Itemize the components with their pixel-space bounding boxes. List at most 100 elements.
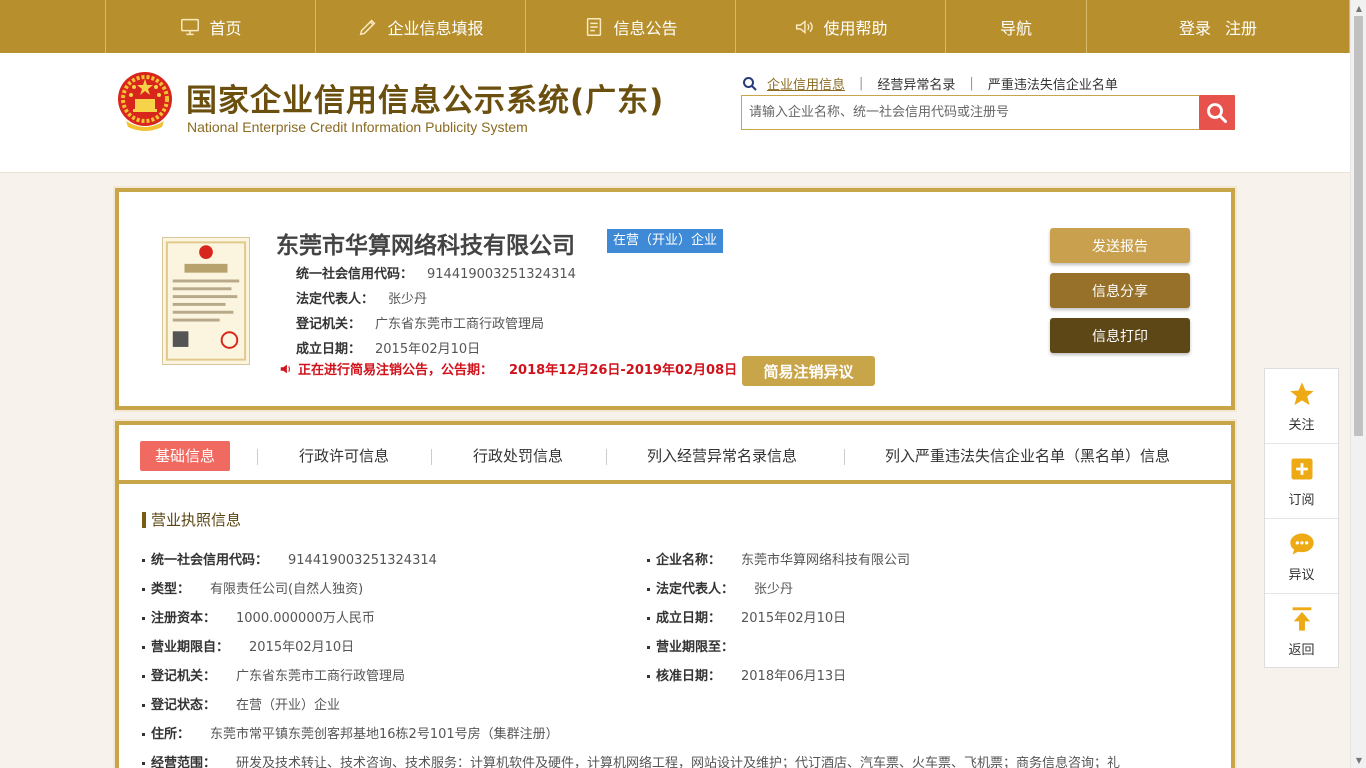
site-title-english: National Enterprise Credit Information P… — [187, 119, 528, 135]
field-company-name: 企业名称： 东莞市华算网络科技有限公司 — [647, 549, 910, 568]
field-label: 企业名称： — [656, 553, 722, 568]
deregistration-objection-button[interactable]: 简易注销异议 — [742, 356, 875, 386]
nav-help-label: 使用帮助 — [823, 18, 888, 38]
field-approval-date: 核准日期： 2018年06月13日 — [647, 665, 846, 684]
search-tab-abnormal-list[interactable]: 经营异常名录 — [877, 74, 955, 93]
field-label: 成立日期： — [656, 611, 722, 626]
field-authority: 登记机关： 广东省东莞市工商行政管理局 — [142, 665, 405, 684]
arrow-up-icon — [1292, 607, 1311, 631]
bullet — [142, 646, 145, 649]
site-header: 国家企业信用信息公示系统(广东) National Enterprise Cre… — [0, 53, 1350, 173]
tab-divider — [431, 449, 432, 465]
established-label: 成立日期： — [296, 342, 362, 357]
nav-enterprise-report-label: 企业信息填报 — [387, 18, 484, 38]
tab-abnormal-list[interactable]: 列入经营异常名录信息 — [647, 441, 797, 471]
tab-basic-info[interactable]: 基础信息 — [140, 441, 231, 471]
nav-home-label: 首页 — [209, 18, 242, 38]
tab-blacklist[interactable]: 列入严重违法失信企业名单（黑名单）信息 — [885, 441, 1170, 471]
field-label: 登记状态： — [151, 698, 217, 713]
business-license-image[interactable] — [162, 237, 250, 365]
company-detail-card: 基础信息 行政许可信息 行政处罚信息 列入经营异常名录信息 列入严重违法失信企业… — [115, 421, 1235, 768]
field-capital: 注册资本： 1000.000000万人民币 — [142, 607, 375, 626]
search-tab-blacklist[interactable]: 严重违法失信企业名单 — [988, 74, 1118, 93]
send-report-button[interactable]: 发送报告 — [1050, 228, 1190, 263]
field-value: 2015年02月10日 — [741, 611, 847, 626]
plus-square-icon — [1291, 458, 1312, 479]
tab-divider — [844, 449, 845, 465]
established-value: 2015年02月10日 — [375, 342, 481, 357]
field-type: 类型： 有限责任公司(自然人独资) — [142, 578, 363, 597]
search-tab-credit-info[interactable]: 企业信用信息 — [767, 74, 845, 93]
field-value: 研发及技术转让、技术咨询、技术服务：计算机软件及硬件，计算机网络工程，网站设计及… — [236, 756, 1121, 768]
login-link[interactable]: 登录 — [1179, 15, 1211, 39]
tab-divider — [606, 449, 607, 465]
search-box — [741, 95, 1235, 130]
field-label: 营业期限自： — [151, 640, 230, 655]
deregistration-notice: 正在进行简易注销公告，公告期： 2018年12月26日-2019年02月08日 — [279, 359, 737, 378]
speaker-icon — [796, 19, 814, 34]
field-scope: 经营范围： 研发及技术转让、技术咨询、技术服务：计算机软件及硬件，计算机网络工程，… — [142, 752, 1120, 768]
objection-side-button[interactable]: 异议 — [1265, 519, 1338, 594]
scroll-up-arrow-icon[interactable]: ▲ — [1351, 0, 1366, 16]
print-info-button[interactable]: 信息打印 — [1050, 318, 1190, 353]
field-label: 法定代表人： — [656, 582, 735, 597]
bullet — [142, 588, 145, 591]
nav-enterprise-report[interactable]: 企业信息填报 — [316, 0, 526, 53]
bullet — [142, 559, 145, 562]
field-label: 住所： — [151, 727, 191, 742]
company-name: 东莞市华算网络科技有限公司 — [276, 233, 575, 259]
bullet — [647, 675, 650, 678]
subscribe-button[interactable]: 订阅 — [1265, 444, 1338, 519]
search-input[interactable] — [742, 96, 1200, 129]
company-summary-card: 东莞市华算网络科技有限公司 在营（开业）企业 统一社会信用代码： 91441900… — [115, 188, 1235, 410]
register-link[interactable]: 注册 — [1225, 15, 1257, 39]
nav-announcements[interactable]: 信息公告 — [526, 0, 736, 53]
field-value: 东莞市华算网络科技有限公司 — [741, 553, 911, 568]
section-title: 营业执照信息 — [142, 512, 241, 528]
tab-divider: | — [859, 76, 864, 91]
back-to-top-button[interactable]: 返回 — [1265, 594, 1338, 669]
scroll-down-arrow-icon[interactable]: ▼ — [1351, 752, 1366, 768]
follow-button[interactable]: 关注 — [1265, 369, 1338, 444]
search-icon — [743, 76, 757, 91]
tab-admin-penalty[interactable]: 行政处罚信息 — [473, 441, 563, 471]
field-established: 成立日期： 2015年02月10日 — [647, 607, 846, 626]
tab-divider — [257, 449, 258, 465]
field-label: 统一社会信用代码： — [151, 553, 269, 568]
legal-rep-label: 法定代表人： — [296, 292, 375, 307]
field-value: 广东省东莞市工商行政管理局 — [236, 669, 406, 684]
field-label: 登记机关： — [151, 669, 217, 684]
tab-divider: | — [969, 76, 974, 91]
field-address: 住所： 东莞市常平镇东莞创客邦基地16栋2号101号房（集群注册） — [142, 723, 559, 742]
nav-home[interactable]: 首页 — [106, 0, 316, 53]
share-info-button[interactable]: 信息分享 — [1050, 273, 1190, 308]
pen-icon — [360, 19, 376, 35]
established-line: 成立日期： 2015年02月10日 — [296, 338, 480, 357]
credit-code-label: 统一社会信用代码： — [296, 267, 414, 282]
field-value: 2015年02月10日 — [249, 640, 355, 655]
field-label: 注册资本： — [151, 611, 217, 626]
authority-line: 登记机关： 广东省东莞市工商行政管理局 — [296, 313, 544, 332]
follow-label: 关注 — [1288, 417, 1315, 433]
nav-guide[interactable]: 导航 — [946, 0, 1087, 53]
subscribe-label: 订阅 — [1288, 492, 1315, 508]
field-value: 914419003251324314 — [288, 553, 437, 568]
scroll-thumb[interactable] — [1354, 16, 1363, 436]
tab-admin-license[interactable]: 行政许可信息 — [299, 441, 389, 471]
bullet — [142, 704, 145, 707]
field-term-to: 营业期限至： — [647, 636, 754, 655]
speaker-icon — [280, 364, 290, 373]
nav-help[interactable]: 使用帮助 — [736, 0, 946, 53]
page-scrollbar[interactable]: ▲ ▼ — [1350, 0, 1366, 768]
status-badge: 在营（开业）企业 — [607, 229, 724, 253]
field-label: 核准日期： — [656, 669, 722, 684]
top-nav-items: 首页 企业信息填报 信息公告 使用帮助 导航 登录 注册 — [105, 0, 1350, 53]
field-value: 有限责任公司(自然人独资) — [210, 582, 364, 597]
field-value: 1000.000000万人民币 — [236, 611, 375, 626]
nav-account: 登录 注册 — [1087, 0, 1350, 53]
authority-label: 登记机关： — [296, 317, 362, 332]
credit-code-value: 914419003251324314 — [427, 267, 576, 282]
search-button[interactable] — [1199, 95, 1235, 130]
field-label: 类型： — [151, 582, 191, 597]
back-label: 返回 — [1288, 643, 1315, 658]
